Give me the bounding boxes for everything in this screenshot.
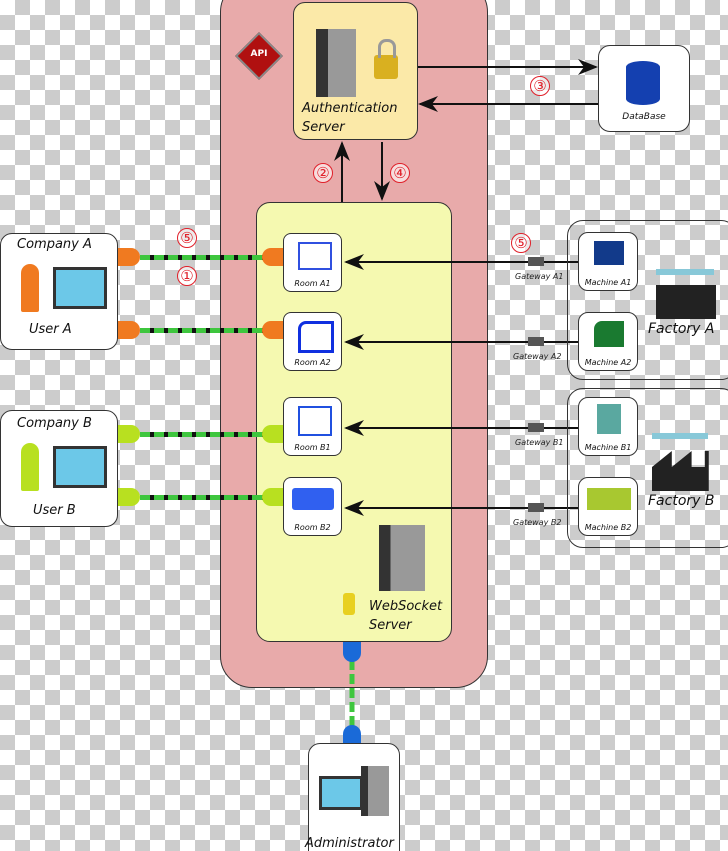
step-1: ① xyxy=(177,266,197,286)
room-b2: Room B2 xyxy=(283,477,342,536)
machine-icon xyxy=(594,321,624,347)
step-4: ④ xyxy=(390,163,410,183)
connector-b2-right xyxy=(262,488,284,506)
administrator-label: Administrator xyxy=(305,836,394,851)
machine-icon xyxy=(298,321,334,353)
connector-b1-right xyxy=(262,425,284,443)
connector-a2-left xyxy=(118,321,140,339)
gateway-a1-label: Gateway A1 xyxy=(515,272,564,281)
factory-icon xyxy=(656,285,716,319)
room-a1: Room A1 xyxy=(283,233,342,292)
link-user-b-2 xyxy=(140,495,264,500)
user-icon xyxy=(21,264,39,312)
user-a-label: User A xyxy=(29,322,72,337)
company-b-label: Company B xyxy=(17,416,92,431)
connector-b1-left xyxy=(118,425,140,443)
machine-a2: Machine A2 xyxy=(578,312,638,371)
factory-sign-icon xyxy=(652,433,708,439)
factory-a-label: Factory A xyxy=(648,321,715,337)
machine-b2: Machine B2 xyxy=(578,477,638,536)
factory-icon xyxy=(652,451,709,491)
room-label: Room B1 xyxy=(294,443,331,452)
room-a2: Room A2 xyxy=(283,312,342,371)
machine-a1: Machine A1 xyxy=(578,232,638,291)
gateway-icon xyxy=(528,337,544,346)
link-user-a-2 xyxy=(140,328,264,333)
machine-icon xyxy=(298,406,332,436)
gateway-icon xyxy=(528,423,544,432)
room-label: Room B2 xyxy=(294,523,331,532)
connector-admin-top xyxy=(343,642,361,662)
architecture-diagram: API Authentication Server DataBase WebSo… xyxy=(0,0,728,851)
connector-a1-left xyxy=(118,248,140,266)
user-b-label: User B xyxy=(33,503,76,518)
gateway-b1-label: Gateway B1 xyxy=(515,438,564,447)
step-2: ② xyxy=(313,163,333,183)
step-5-user: ⑤ xyxy=(177,228,197,248)
step-5-gateway: ⑤ xyxy=(511,233,531,253)
machine-icon xyxy=(298,242,332,270)
link-user-a-1 xyxy=(140,255,264,260)
connector-a2-right xyxy=(262,321,284,339)
connector-b2-left xyxy=(118,488,140,506)
machine-b1: Machine B1 xyxy=(578,397,638,456)
gateway-icon xyxy=(528,257,544,266)
company-b: Company B User B xyxy=(0,410,118,527)
connector-a1-right xyxy=(262,248,284,266)
company-a-label: Company A xyxy=(17,237,92,252)
user-icon xyxy=(21,443,39,491)
room-label: Room A1 xyxy=(294,279,331,288)
machine-icon xyxy=(594,241,624,265)
computer-icon xyxy=(319,776,363,810)
connector-admin-bottom xyxy=(343,725,361,745)
gateway-b2-label: Gateway B2 xyxy=(513,518,562,527)
machine-label: Machine A2 xyxy=(584,358,632,367)
machine-icon xyxy=(587,488,631,510)
machine-label: Machine B2 xyxy=(584,523,632,532)
machine-icon xyxy=(292,488,334,510)
gateway-a2-label: Gateway A2 xyxy=(513,352,562,361)
room-b1: Room B1 xyxy=(283,397,342,456)
computer-icon xyxy=(53,267,107,309)
machine-label: Machine B1 xyxy=(584,443,632,452)
link-user-b-1 xyxy=(140,432,264,437)
factory-b-label: Factory B xyxy=(648,493,715,509)
company-a: Company A User A xyxy=(0,233,118,350)
administrator: Administrator xyxy=(305,743,400,851)
computer-icon xyxy=(53,446,107,488)
server-icon xyxy=(361,766,389,816)
machine-icon xyxy=(597,404,621,434)
step-3: ③ xyxy=(530,76,550,96)
room-label: Room A2 xyxy=(294,358,331,367)
gateway-icon xyxy=(528,503,544,512)
factory-sign-icon xyxy=(656,269,714,275)
machine-label: Machine A1 xyxy=(584,278,632,287)
